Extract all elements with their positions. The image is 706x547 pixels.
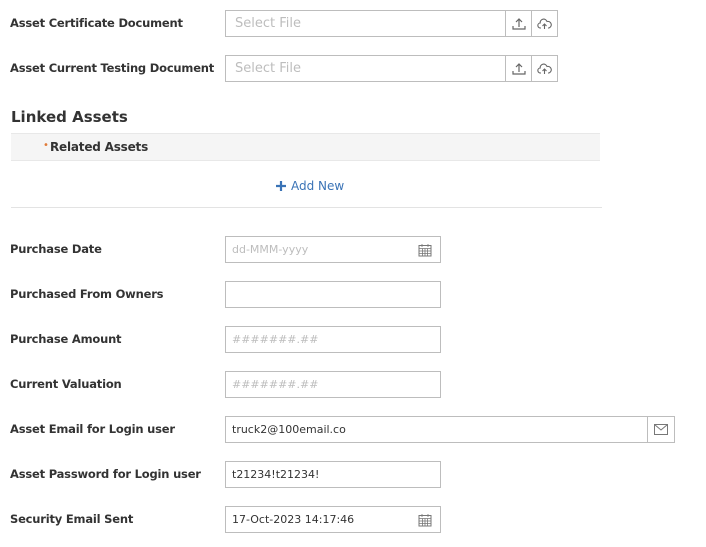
purchase-amount-label: Purchase Amount xyxy=(10,332,122,346)
cloud-upload-button[interactable] xyxy=(531,56,557,81)
add-new-link[interactable]: Add New xyxy=(276,179,344,193)
current-valuation-label: Current Valuation xyxy=(10,377,122,391)
security-email-sent-input[interactable]: 17-Oct-2023 14:17:46 xyxy=(225,506,441,533)
asset-email-input[interactable]: truck2@100email.co xyxy=(225,416,648,443)
email-addon-button[interactable] xyxy=(647,416,675,443)
upload-button[interactable] xyxy=(505,11,531,36)
asset-testing-file-input[interactable]: Select File xyxy=(225,55,558,82)
required-bullet: • xyxy=(43,140,49,151)
current-valuation-placeholder: #######.## xyxy=(232,378,319,391)
cloud-upload-icon xyxy=(537,63,552,74)
upload-icon xyxy=(511,62,526,75)
purchased-from-label: Purchased From Owners xyxy=(10,287,164,301)
current-valuation-input[interactable]: #######.## xyxy=(225,371,441,398)
asset-password-label: Asset Password for Login user xyxy=(10,467,201,481)
asset-email-value: truck2@100email.co xyxy=(232,423,346,436)
asset-email-label: Asset Email for Login user xyxy=(10,422,175,436)
asset-password-value: t21234!t21234! xyxy=(232,468,320,481)
purchase-amount-input[interactable]: #######.## xyxy=(225,326,441,353)
purchase-date-label: Purchase Date xyxy=(10,242,102,256)
asset-certificate-label: Asset Certificate Document xyxy=(10,16,183,30)
asset-testing-placeholder[interactable]: Select File xyxy=(226,56,505,81)
related-assets-header: • Related Assets xyxy=(11,133,600,161)
security-email-sent-value: 17-Oct-2023 14:17:46 xyxy=(232,513,355,526)
purchased-from-input[interactable] xyxy=(225,281,441,308)
cloud-upload-button[interactable] xyxy=(531,11,557,36)
asset-testing-label: Asset Current Testing Document xyxy=(10,61,215,75)
section-divider xyxy=(11,207,602,208)
upload-icon xyxy=(511,17,526,30)
purchase-date-placeholder: dd-MMM-yyyy xyxy=(232,243,309,256)
add-new-label: Add New xyxy=(291,179,345,193)
asset-certificate-placeholder[interactable]: Select File xyxy=(226,11,505,36)
purchase-amount-placeholder: #######.## xyxy=(232,333,319,346)
calendar-icon[interactable] xyxy=(418,513,432,527)
envelope-icon xyxy=(654,424,668,435)
plus-icon xyxy=(276,181,286,191)
security-email-sent-label: Security Email Sent xyxy=(10,512,134,526)
asset-certificate-file-input[interactable]: Select File xyxy=(225,10,558,37)
asset-password-input[interactable]: t21234!t21234! xyxy=(225,461,441,488)
cloud-upload-icon xyxy=(537,18,552,29)
purchase-date-input[interactable]: dd-MMM-yyyy xyxy=(225,236,441,263)
linked-assets-title: Linked Assets xyxy=(11,108,128,126)
upload-button[interactable] xyxy=(505,56,531,81)
calendar-icon[interactable] xyxy=(418,243,432,257)
related-assets-label: Related Assets xyxy=(50,140,149,154)
